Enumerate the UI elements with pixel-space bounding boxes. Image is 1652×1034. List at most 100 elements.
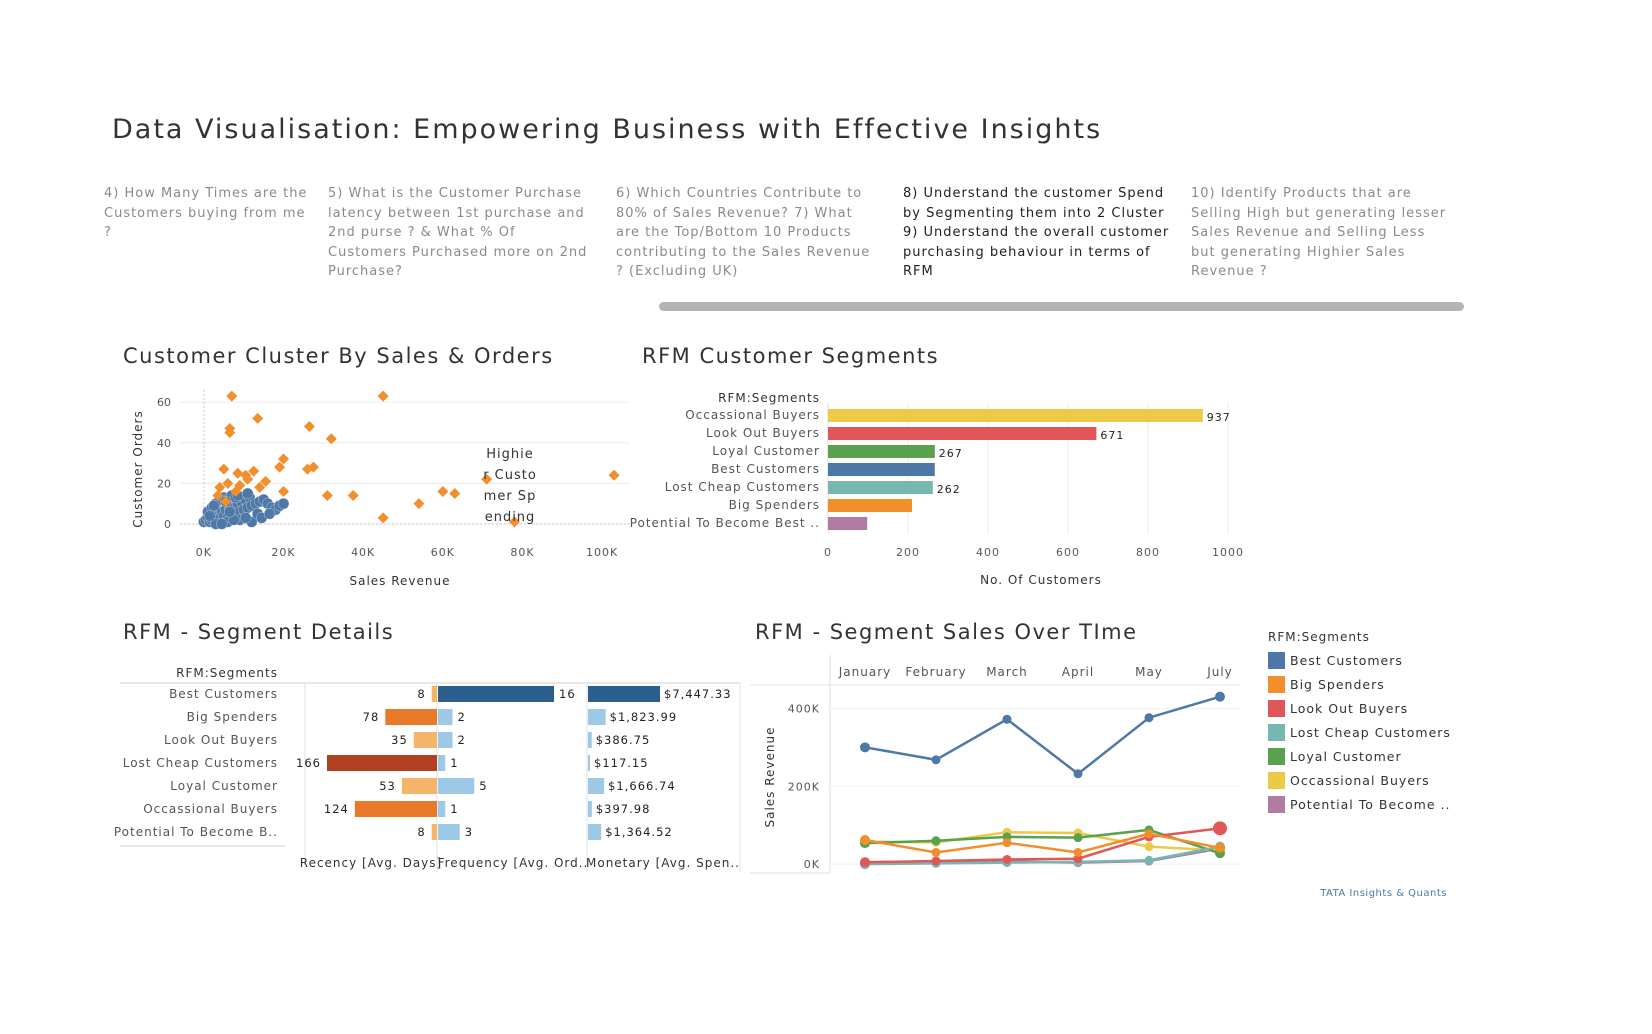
x-tick-label: 0 xyxy=(824,546,832,559)
frequency-bar xyxy=(438,686,554,702)
data-point-diamond xyxy=(413,498,425,510)
y-axis-label: Sales Revenue xyxy=(763,726,777,827)
bar xyxy=(828,499,912,512)
story-point-10[interactable]: 10) Identify Products that are Selling H… xyxy=(1191,184,1453,282)
story-point-6-7[interactable]: 6) Which Countries Contribute to 80% of … xyxy=(616,184,880,282)
monetary-bar xyxy=(588,755,590,771)
series-point xyxy=(860,857,870,868)
x-tick-label: 1000 xyxy=(1212,546,1244,559)
recency-value-label: 53 xyxy=(379,779,396,793)
recency-bar xyxy=(413,732,437,748)
category-label: Loyal Customer xyxy=(170,779,278,793)
x-tick-label: 60K xyxy=(431,546,455,559)
bar xyxy=(828,517,868,530)
frequency-value-label: 16 xyxy=(559,687,576,701)
data-point-diamond xyxy=(377,390,389,402)
category-label: Big Spenders xyxy=(729,498,820,512)
story-point-4[interactable]: 4) How Many Times are the Customers buyi… xyxy=(104,184,314,243)
y-tick-label: 60 xyxy=(157,396,171,409)
series-point xyxy=(860,742,870,753)
recency-value-label: 35 xyxy=(391,733,408,747)
category-label: Lost Cheap Customers xyxy=(123,756,278,770)
series-point xyxy=(1073,769,1083,779)
x-tick-label: 600 xyxy=(1056,546,1080,559)
data-point-circle xyxy=(263,508,276,520)
series-point xyxy=(1144,842,1154,852)
frequency-value-label: 2 xyxy=(458,710,466,724)
recency-axis-label: Recency [Avg. Days] xyxy=(300,856,442,870)
series-point xyxy=(1073,833,1083,843)
bar-value-label: 671 xyxy=(1100,429,1124,442)
legend-item[interactable]: Best Customers xyxy=(1268,648,1451,672)
data-point-circle xyxy=(204,510,216,522)
legend-item[interactable]: Loyal Customer xyxy=(1268,744,1451,768)
category-label: Potential To Become Best .. xyxy=(630,516,820,530)
recency-bar xyxy=(431,824,437,840)
data-point-diamond xyxy=(449,488,461,499)
category-label: Best Customers xyxy=(169,687,278,701)
recency-bar xyxy=(354,801,437,817)
category-label: Big Spenders xyxy=(187,710,278,724)
story-point-5[interactable]: 5) What is the Customer Purchase latency… xyxy=(328,184,596,282)
category-label: Look Out Buyers xyxy=(164,733,278,747)
legend-item[interactable]: Potential To Become .. xyxy=(1268,792,1451,816)
legend-swatch xyxy=(1268,771,1285,789)
monetary-bar xyxy=(588,778,605,794)
legend-swatch xyxy=(1268,723,1285,741)
frequency-axis-label: Frequency [Avg. Ord.. xyxy=(438,856,589,870)
y-tick-label: 400K xyxy=(788,702,820,715)
legend-swatch xyxy=(1268,747,1285,765)
sales-over-time-chart-title: RFM - Segment Sales Over TIme xyxy=(755,620,1138,644)
data-point-circle xyxy=(224,506,236,518)
monetary-value-label: $397.98 xyxy=(596,802,651,816)
legend-item[interactable]: Lost Cheap Customers xyxy=(1268,720,1451,744)
y-axis-label: Customer Orders xyxy=(131,410,145,527)
x-category-label: July xyxy=(1206,665,1233,679)
series-point xyxy=(931,755,941,765)
x-tick-label: 100K xyxy=(586,546,618,559)
legend-item[interactable]: Occassional Buyers xyxy=(1268,768,1451,792)
x-tick-label: 200 xyxy=(896,546,920,559)
category-label: Lost Cheap Customers xyxy=(665,480,820,494)
series-point xyxy=(931,847,941,857)
series-point xyxy=(1144,713,1154,723)
legend-label: Potential To Become .. xyxy=(1290,796,1451,812)
bar-value-label: 262 xyxy=(937,483,961,496)
legend-item[interactable]: Look Out Buyers xyxy=(1268,696,1451,720)
data-point-circle xyxy=(216,518,228,530)
recency-value-label: 166 xyxy=(296,756,321,770)
segment-legend: RFM:Segments Best Customers Big Spenders L… xyxy=(1268,630,1451,816)
recency-value-label: 124 xyxy=(324,802,349,816)
x-tick-label: 40K xyxy=(351,546,375,559)
category-label: Best Customers xyxy=(711,462,820,476)
legend-swatch xyxy=(1268,675,1285,693)
x-tick-label: 800 xyxy=(1136,546,1160,559)
story-point-8-9[interactable]: 8) Understand the customer Spend by Segm… xyxy=(903,184,1171,282)
annotation-text: ending xyxy=(485,510,536,525)
x-axis-label: No. Of Customers xyxy=(980,573,1102,587)
frequency-bar xyxy=(438,709,453,725)
recency-bar xyxy=(385,709,437,725)
monetary-value-label: $1,823.99 xyxy=(610,710,678,724)
segment-details-chart: RFM:Segments Best Customers 8 16 $7,447.33 Bi… xyxy=(115,666,741,872)
data-point-circle xyxy=(277,497,290,510)
story-scrollbar[interactable] xyxy=(659,302,1464,311)
x-category-label: March xyxy=(986,665,1028,679)
series-point xyxy=(931,856,941,866)
bar-value-label: 937 xyxy=(1207,411,1231,424)
frequency-bar xyxy=(438,732,453,748)
data-point-diamond xyxy=(218,463,230,475)
legend-item[interactable]: Big Spenders xyxy=(1268,672,1451,696)
sales-over-time-line-chart: January February March April May July 0K 200K 40… xyxy=(750,655,1240,874)
frequency-bar xyxy=(438,778,475,794)
monetary-bar xyxy=(588,709,606,725)
annotation-text: r Custo xyxy=(483,468,537,483)
series-point xyxy=(1073,847,1083,857)
bar xyxy=(828,427,1097,440)
y-tick-label: 20 xyxy=(157,477,171,490)
y-tick-label: 200K xyxy=(788,780,820,793)
data-point-diamond xyxy=(608,469,620,481)
data-point-circle xyxy=(240,512,252,524)
recency-value-label: 8 xyxy=(417,825,425,839)
legend-label: Lost Cheap Customers xyxy=(1290,724,1451,740)
